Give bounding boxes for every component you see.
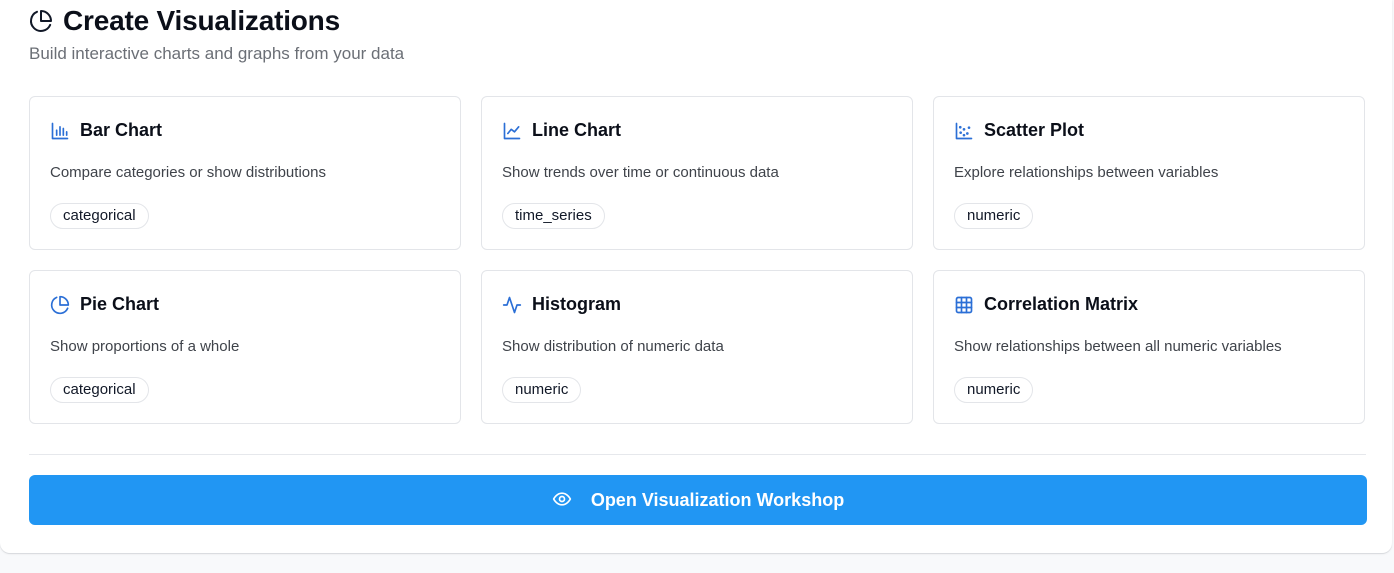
data-type-badge: categorical [50,377,149,403]
pie-chart-icon [50,295,70,315]
activity-icon [502,295,522,315]
chart-card-bar[interactable]: Bar Chart Compare categories or show dis… [29,96,461,250]
pie-chart-icon [29,9,53,33]
line-chart-icon [502,121,522,141]
card-title: Scatter Plot [984,120,1085,140]
card-header: Correlation Matrix [954,294,1138,315]
page-title: Create Visualizations [63,5,340,36]
card-title: Pie Chart [80,294,160,314]
card-header: Bar Chart [50,120,162,141]
card-header: Histogram [502,294,621,315]
page-subtitle: Build interactive charts and graphs from… [29,44,405,63]
visualizations-panel: Create Visualizations Build interactive … [0,0,1392,553]
chart-type-grid: Bar Chart Compare categories or show dis… [29,96,1366,424]
eye-icon [552,489,572,509]
header: Create Visualizations [29,4,340,38]
data-type-badge: numeric [954,203,1034,229]
button-label: Open Visualization Workshop [590,489,845,510]
data-type-badge: time_series [502,203,605,229]
card-description: Show distribution of numeric data [502,338,724,355]
card-title: Correlation Matrix [984,294,1139,314]
grid-icon [954,295,974,315]
bar-chart-icon [50,121,70,141]
scatter-plot-icon [954,121,974,141]
card-header: Line Chart [502,120,621,141]
card-title: Histogram [532,294,622,314]
chart-card-scatter[interactable]: Scatter Plot Explore relationships betwe… [933,96,1365,250]
card-description: Show relationships between all numeric v… [954,338,1282,355]
chart-card-pie[interactable]: Pie Chart Show proportions of a whole ca… [29,270,461,424]
open-visualization-workshop-button[interactable]: Open Visualization Workshop [29,475,1367,525]
chart-card-histogram[interactable]: Histogram Show distribution of numeric d… [481,270,913,424]
card-description: Explore relationships between variables [954,164,1219,181]
card-header: Pie Chart [50,294,159,315]
card-description: Show proportions of a whole [50,338,240,355]
chart-card-line[interactable]: Line Chart Show trends over time or cont… [481,96,913,250]
data-type-badge: numeric [954,377,1034,403]
card-title: Bar Chart [80,120,163,140]
card-description: Compare categories or show distributions [50,164,326,181]
data-type-badge: categorical [50,203,149,229]
chart-card-correlation[interactable]: Correlation Matrix Show relationships be… [933,270,1365,424]
title-row: Create Visualizations [29,4,340,38]
divider [29,454,1366,455]
card-header: Scatter Plot [954,120,1084,141]
data-type-badge: numeric [502,377,582,403]
card-title: Line Chart [532,120,622,140]
card-description: Show trends over time or continuous data [502,164,779,181]
